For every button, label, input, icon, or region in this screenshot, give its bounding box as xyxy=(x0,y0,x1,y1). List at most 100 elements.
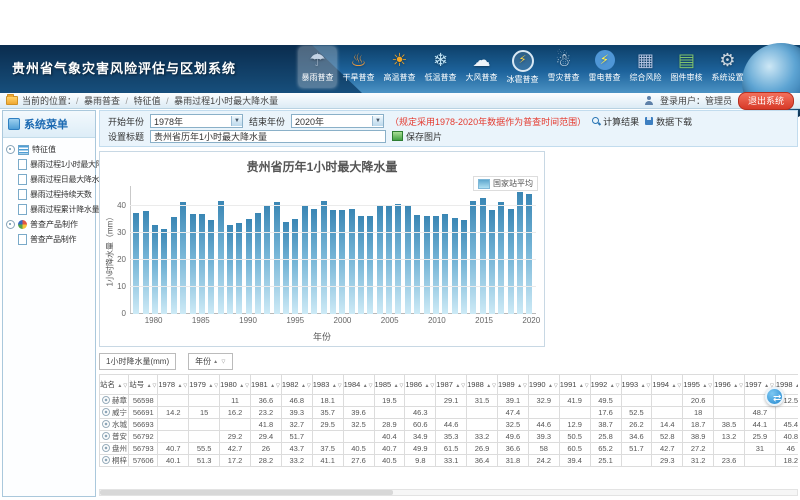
bar-1993[interactable] xyxy=(274,202,280,314)
col-year-1990[interactable]: 1990 ▲▽ xyxy=(528,375,559,395)
bar-1998[interactable] xyxy=(321,201,327,314)
col-year-1985[interactable]: 1985 ▲▽ xyxy=(374,375,405,395)
sidebar-item-0-0[interactable]: 暴雨过程1小时最大降水量 xyxy=(5,157,93,172)
end-year-select[interactable]: 2020年 ▼ xyxy=(291,114,384,128)
bar-1995[interactable] xyxy=(292,219,298,314)
bar-1987[interactable] xyxy=(218,201,224,314)
bar-1997[interactable] xyxy=(311,209,317,314)
station-name-cell[interactable]: 普安 xyxy=(100,431,129,443)
collapse-icon[interactable] xyxy=(6,145,15,154)
tool-system-settings[interactable]: ⚙系统设置 xyxy=(709,47,746,87)
sort-icons[interactable]: ▲ ▽ xyxy=(213,359,226,365)
logout-button[interactable]: 退出系统 xyxy=(738,92,794,110)
bar-1979[interactable] xyxy=(143,211,149,314)
sort-icons[interactable]: ▲▽ xyxy=(607,383,620,389)
col-station-id[interactable]: 站号 ▲▽ xyxy=(129,375,158,395)
floating-sync-button[interactable]: ⇄ xyxy=(765,387,784,406)
bar-2019[interactable] xyxy=(517,192,523,314)
chevron-down-icon[interactable]: ▼ xyxy=(231,116,242,126)
bar-2013[interactable] xyxy=(461,220,467,314)
col-year-1978[interactable]: 1978 ▲▽ xyxy=(158,375,189,395)
bar-1984[interactable] xyxy=(190,214,196,314)
sort-icons[interactable]: ▲▽ xyxy=(175,383,188,389)
sort-icons[interactable]: ▲▽ xyxy=(422,383,435,389)
sidebar-item-1-0[interactable]: 普查产品制作 xyxy=(5,232,93,247)
station-name-cell[interactable]: 水城 xyxy=(100,419,129,431)
bar-2003[interactable] xyxy=(367,216,373,314)
bar-2010[interactable] xyxy=(433,216,439,314)
row-radio-icon[interactable] xyxy=(102,408,110,416)
row-radio-icon[interactable] xyxy=(102,420,110,428)
tool-lightning-survey[interactable]: ⚡雷电普查 xyxy=(586,47,623,87)
bar-2009[interactable] xyxy=(424,216,430,314)
bar-2002[interactable] xyxy=(358,216,364,314)
start-year-select[interactable]: 1978年 ▼ xyxy=(150,114,243,128)
row-radio-icon[interactable] xyxy=(102,456,110,464)
bar-2008[interactable] xyxy=(414,215,420,314)
sidebar-item-0-2[interactable]: 暴雨过程持续天数 xyxy=(5,187,93,202)
bar-2018[interactable] xyxy=(508,209,514,314)
sort-icons[interactable]: ▲▽ xyxy=(576,383,589,389)
col-year-1996[interactable]: 1996 ▲▽ xyxy=(714,375,745,395)
sort-icons[interactable]: ▲▽ xyxy=(484,383,497,389)
sort-icons[interactable]: ▲▽ xyxy=(391,383,404,389)
tool-low-temp-survey[interactable]: ❄低温普查 xyxy=(422,47,459,87)
collapse-icon[interactable] xyxy=(6,220,15,229)
col-year-1989[interactable]: 1989 ▲▽ xyxy=(498,375,529,395)
year-sort-control[interactable]: 年份 ▲ ▽ xyxy=(188,353,233,370)
bar-1980[interactable] xyxy=(152,225,158,314)
station-name-cell[interactable]: 威宁 xyxy=(100,407,129,419)
sort-icons[interactable]: ▲▽ xyxy=(268,383,281,389)
breadcrumb-part-0[interactable]: 暴雨普查 xyxy=(84,96,120,106)
sort-icons[interactable]: ▲▽ xyxy=(700,383,713,389)
tool-hail-survey[interactable]: ⚡冰雹普查 xyxy=(504,47,541,87)
col-year-1981[interactable]: 1981 ▲▽ xyxy=(251,375,282,395)
col-year-1995[interactable]: 1995 ▲▽ xyxy=(683,375,714,395)
bar-2001[interactable] xyxy=(349,209,355,314)
sidebar-item-0-3[interactable]: 暴雨过程累计降水量 xyxy=(5,202,93,217)
sort-icons[interactable]: ▲▽ xyxy=(731,383,744,389)
sort-icons[interactable]: ▲▽ xyxy=(360,383,373,389)
col-year-1983[interactable]: 1983 ▲▽ xyxy=(312,375,343,395)
table-row-56598[interactable]: 赫章565981136.646.818.119.529.131.539.132.… xyxy=(100,395,799,407)
bar-2015[interactable] xyxy=(480,198,486,314)
chart-title-input[interactable]: 贵州省历年1小时最大降水量 xyxy=(150,130,386,143)
bar-1978[interactable] xyxy=(133,213,139,314)
station-name-cell[interactable]: 盘州 xyxy=(100,443,129,455)
download-button[interactable]: 数据下载 xyxy=(645,115,692,128)
bar-2016[interactable] xyxy=(489,210,495,314)
col-year-1979[interactable]: 1979 ▲▽ xyxy=(189,375,220,395)
bar-1988[interactable] xyxy=(227,225,233,314)
col-year-1980[interactable]: 1980 ▲▽ xyxy=(220,375,251,395)
sort-icons[interactable]: ▲▽ xyxy=(453,383,466,389)
breadcrumb-part-1[interactable]: 特征值 xyxy=(134,96,161,106)
col-year-1992[interactable]: 1992 ▲▽ xyxy=(590,375,621,395)
table-row-56792[interactable]: 普安5679229.229.451.740.434.935.333.249.63… xyxy=(100,431,799,443)
sort-icons[interactable]: ▲▽ xyxy=(206,383,219,389)
horizontal-scrollbar[interactable] xyxy=(99,489,798,496)
bar-2014[interactable] xyxy=(470,201,476,314)
tool-snow-survey[interactable]: ☃雪灾普查 xyxy=(545,47,582,87)
table-row-56793[interactable]: 盘州5679340.755.542.72643.737.540.540.749.… xyxy=(100,443,799,455)
tool-comprehensive-risk[interactable]: ▦综合风险 xyxy=(627,47,664,87)
save-image-button[interactable]: 保存图片 xyxy=(392,130,442,143)
table-row-57606[interactable]: 桐梓5760640.151.317.228.233.241.127.640.59… xyxy=(100,455,799,467)
bar-2000[interactable] xyxy=(339,210,345,314)
bar-1983[interactable] xyxy=(180,202,186,314)
sort-icons[interactable]: ▲▽ xyxy=(329,383,342,389)
sort-icons[interactable]: ▲▽ xyxy=(299,383,312,389)
station-name-cell[interactable]: 赫章 xyxy=(100,395,129,407)
table-row-56693[interactable]: 水城5669341.832.729.532.528.960.644.632.54… xyxy=(100,419,799,431)
scrollbar-thumb[interactable] xyxy=(100,490,393,495)
col-year-1987[interactable]: 1987 ▲▽ xyxy=(436,375,467,395)
sort-icons[interactable]: ▲▽ xyxy=(669,383,682,389)
tool-rainstorm-survey[interactable]: ☂暴雨普查 xyxy=(299,47,336,87)
sort-icons[interactable]: ▲▽ xyxy=(638,383,651,389)
col-year-1988[interactable]: 1988 ▲▽ xyxy=(467,375,498,395)
bar-1986[interactable] xyxy=(208,220,214,314)
breadcrumb-part-2[interactable]: 暴雨过程1小时最大降水量 xyxy=(174,96,278,106)
col-year-1991[interactable]: 1991 ▲▽ xyxy=(559,375,590,395)
sort-icons[interactable]: ▲▽ xyxy=(115,383,128,389)
bar-1996[interactable] xyxy=(302,206,308,314)
col-year-1993[interactable]: 1993 ▲▽ xyxy=(621,375,652,395)
